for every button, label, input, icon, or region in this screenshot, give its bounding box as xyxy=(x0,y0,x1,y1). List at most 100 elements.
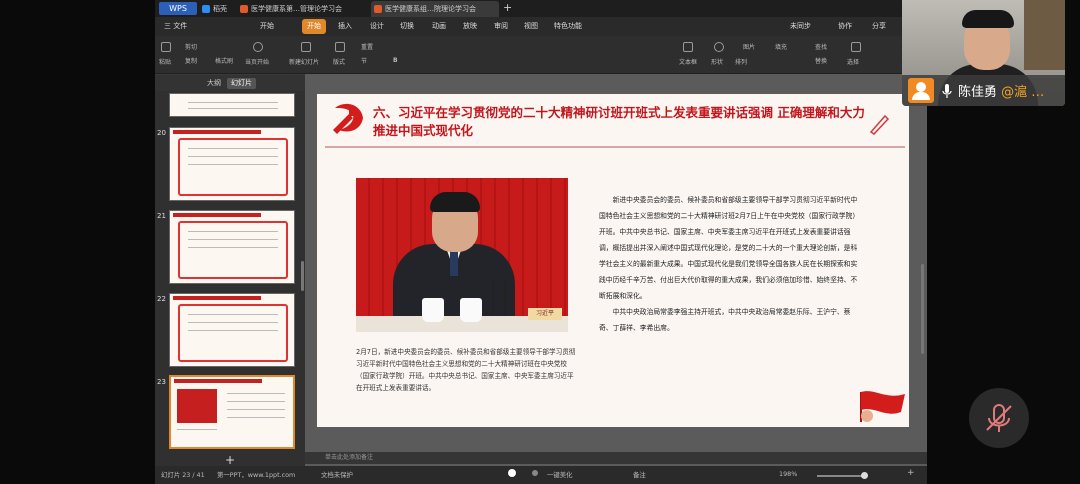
select-icon[interactable] xyxy=(851,42,861,52)
reset-button[interactable]: 重置 xyxy=(361,42,373,51)
zoom-slider[interactable] xyxy=(817,475,867,477)
replace-button[interactable]: 替换 xyxy=(815,56,827,65)
menu-insert[interactable]: 插入 xyxy=(333,19,357,34)
add-slide-button[interactable]: + xyxy=(225,453,235,467)
new-slide-icon[interactable] xyxy=(301,42,311,52)
wps-home-tab[interactable]: WPS xyxy=(159,2,197,15)
textbox-button[interactable]: 文本框 xyxy=(679,57,697,66)
new-slide-button[interactable]: 新建幻灯片 xyxy=(289,57,319,66)
slide-thumbnail-21[interactable] xyxy=(169,210,295,284)
thumb-scroll-frame xyxy=(178,138,288,196)
photo-microphone xyxy=(492,278,494,318)
text-line xyxy=(188,247,278,248)
canvas-scrollbar[interactable] xyxy=(921,264,924,354)
text-line xyxy=(188,330,278,331)
slide-counter: 幻灯片 23 / 41 xyxy=(161,471,205,479)
ppt-icon xyxy=(374,5,382,13)
zoom-level[interactable]: 198% xyxy=(779,470,797,478)
tab-outline[interactable]: 大纲 xyxy=(203,78,225,89)
page-dot-active[interactable] xyxy=(508,469,516,477)
title-underline xyxy=(325,146,905,148)
menu-slideshow[interactable]: 放映 xyxy=(458,19,482,34)
picture-button[interactable]: 图片 xyxy=(743,42,755,51)
pen-icon xyxy=(869,114,890,135)
slide-number: 20 xyxy=(157,129,166,137)
notes-toggle[interactable]: 备注 xyxy=(633,470,646,479)
sync-status[interactable]: 未同步 xyxy=(785,19,816,34)
find-button[interactable]: 查找 xyxy=(815,42,827,51)
slide-thumbnail-22[interactable] xyxy=(169,293,295,367)
bold-button[interactable]: B xyxy=(393,57,398,64)
share-button[interactable]: 分享 xyxy=(867,19,891,34)
text-line xyxy=(188,314,278,315)
thumb-title xyxy=(174,379,262,383)
zoom-in-button[interactable]: + xyxy=(907,468,915,478)
beautify-button[interactable]: 一键美化 xyxy=(547,470,573,479)
collab-button[interactable]: 协作 xyxy=(833,19,857,34)
menu-animation[interactable]: 动画 xyxy=(427,19,451,34)
paste-icon[interactable] xyxy=(161,42,171,52)
copy-button[interactable]: 复制 xyxy=(185,56,197,65)
section-button[interactable]: 节 xyxy=(361,56,367,65)
play-from-current-button[interactable]: 当页开始 xyxy=(245,57,269,66)
thumbnail-scrollbar[interactable] xyxy=(301,261,304,291)
news-photo: 习近平 xyxy=(356,178,568,332)
slide-body-text: 新进中央委员会的委员、候补委员和省部级主要领导干部学习贯彻习近平新时代中国特色社… xyxy=(599,192,861,336)
menu-design[interactable]: 设计 xyxy=(365,19,389,34)
menu-transition[interactable]: 切换 xyxy=(395,19,419,34)
select-button[interactable]: 选择 xyxy=(847,57,859,66)
text-line xyxy=(188,239,278,240)
participant-hair xyxy=(962,10,1014,28)
status-bar: 幻灯片 23 / 41 第一PPT，www.1ppt.com 文档未保护 一键美… xyxy=(155,466,927,484)
menu-start[interactable]: 开始 xyxy=(302,19,326,34)
slide-23[interactable]: 六、习近平在学习贯彻党的二十大精神研讨班开班式上发表重要讲话强调 正确理解和大力… xyxy=(317,94,909,427)
protect-status[interactable]: 文档未保护 xyxy=(321,470,353,479)
new-tab-button[interactable]: + xyxy=(503,0,512,16)
slide-thumbnail-20[interactable] xyxy=(169,127,295,201)
photo-teacup xyxy=(460,298,482,322)
avatar-head xyxy=(916,82,926,92)
arrange-button[interactable]: 排列 xyxy=(735,57,747,66)
menu-view[interactable]: 视图 xyxy=(519,19,543,34)
menu-home[interactable]: 开始 xyxy=(255,19,279,34)
participant-video[interactable]: 陈佳勇 @滬 … xyxy=(902,0,1065,106)
slide-thumbnail-23-selected[interactable] xyxy=(169,375,295,449)
play-icon[interactable] xyxy=(253,42,263,52)
microphone-icon xyxy=(942,84,952,98)
menu-special[interactable]: 特色功能 xyxy=(549,19,587,34)
layout-button[interactable]: 版式 xyxy=(333,57,345,66)
textbox-icon[interactable] xyxy=(683,42,693,52)
photo-teacup xyxy=(422,298,444,322)
zoom-slider-knob[interactable] xyxy=(861,472,868,479)
layout-icon[interactable] xyxy=(335,42,345,52)
party-emblem-icon xyxy=(333,103,363,134)
mute-button[interactable] xyxy=(969,388,1029,448)
tab-docer[interactable]: 稻壳 xyxy=(199,1,235,17)
view-tabs: 大纲 幻灯片 xyxy=(155,75,305,91)
tab-slides[interactable]: 幻灯片 xyxy=(227,78,256,89)
file-menu[interactable]: 三 文件 xyxy=(159,19,192,34)
slide-thumbnail-19[interactable] xyxy=(169,93,295,117)
page-dot[interactable] xyxy=(532,470,538,476)
text-line xyxy=(188,148,278,149)
participant-info-bar: 陈佳勇 @滬 … xyxy=(902,75,1065,106)
menu-review[interactable]: 审阅 xyxy=(489,19,513,34)
format-painter-button[interactable]: 格式刷 xyxy=(215,56,233,65)
shape-icon[interactable] xyxy=(714,42,724,52)
paste-label[interactable]: 粘贴 xyxy=(159,57,171,66)
body-paragraph: 中共中央政治局常委李强主持开班式，中共中央政治局常委赵乐际、王沪宁、蔡奇、丁薛祥… xyxy=(599,308,851,332)
text-line xyxy=(227,401,285,402)
thumb-scroll-frame xyxy=(178,304,288,362)
participant-name-text: 陈佳勇 xyxy=(958,85,998,100)
cut-button[interactable]: 剪切 xyxy=(185,42,197,51)
screen: WPS 稻壳 医学健康系第…管理论学习会 医学健康系组…院理论学习会 + 三 文… xyxy=(0,0,1080,484)
notes-field[interactable]: 单击此处添加备注 xyxy=(305,452,927,464)
tab-document-2[interactable]: 医学健康系组…院理论学习会 xyxy=(371,1,499,17)
tab-document-1[interactable]: 医学健康系第…管理论学习会 xyxy=(237,1,369,17)
photo-figure-hair xyxy=(430,192,480,212)
video-shelf xyxy=(1024,0,1065,70)
shape-button[interactable]: 形状 xyxy=(711,57,723,66)
text-line xyxy=(188,164,278,165)
text-line xyxy=(227,409,285,410)
fill-button[interactable]: 填充 xyxy=(775,42,787,51)
